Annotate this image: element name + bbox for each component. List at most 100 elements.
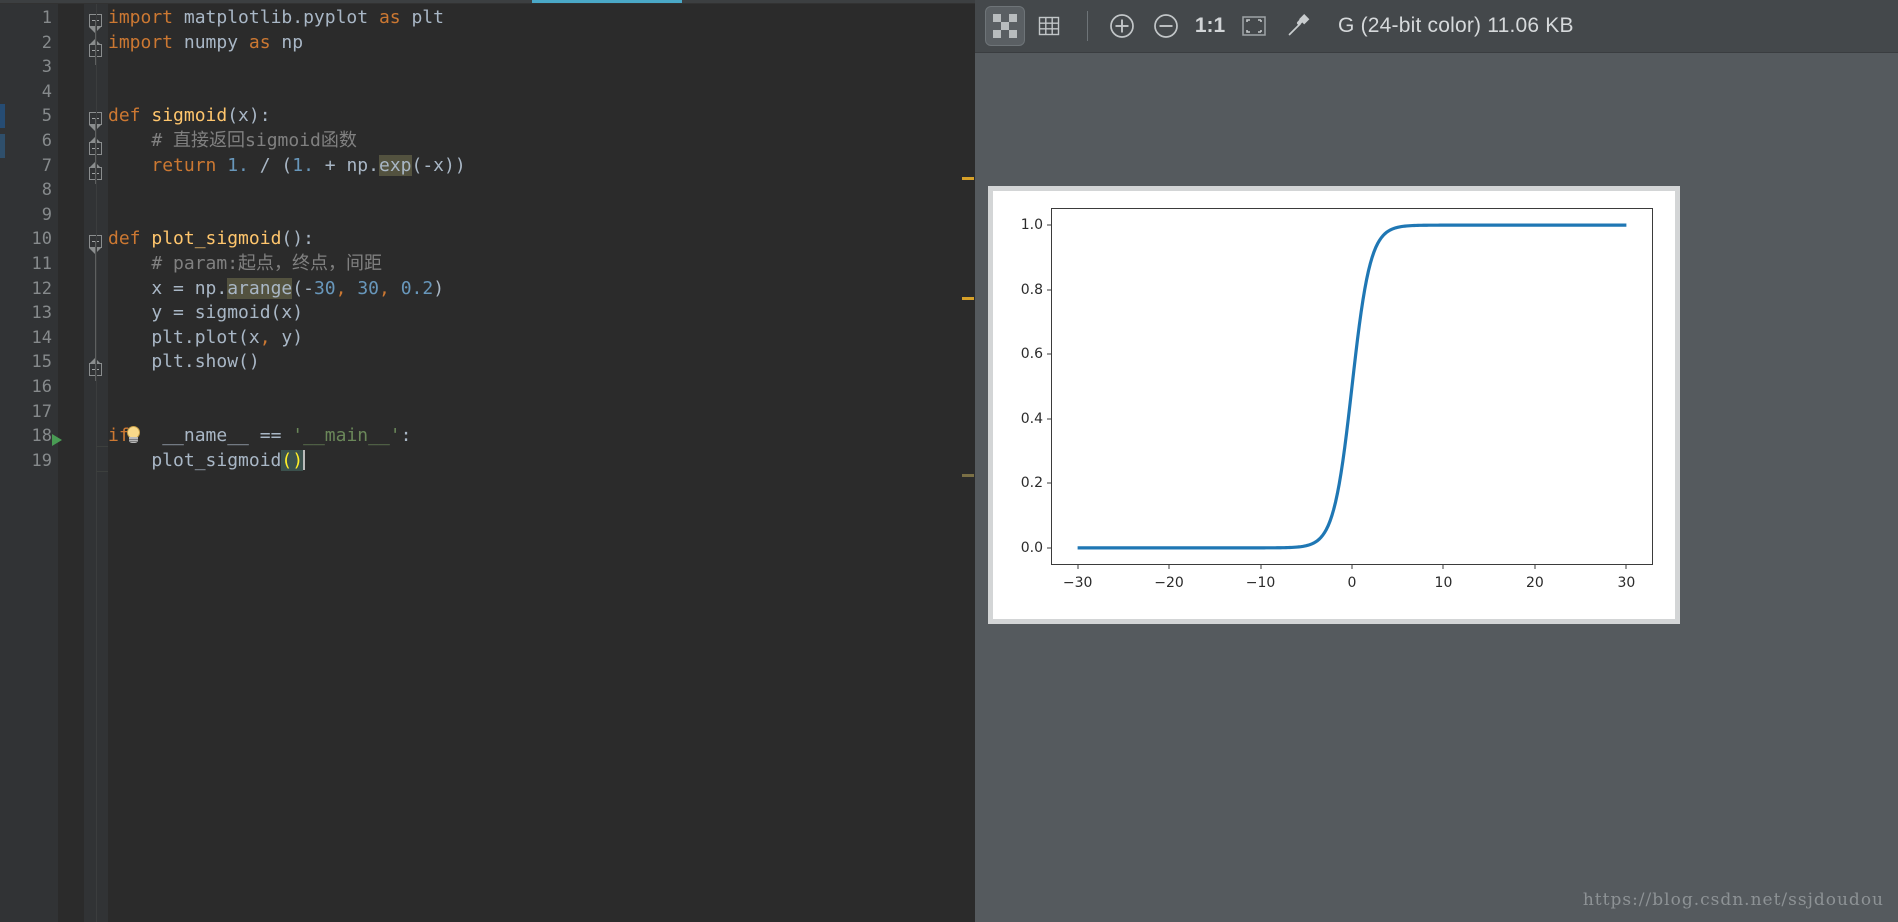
code-line[interactable]: y = sigmoid(x) — [108, 301, 975, 326]
y-axis-tick-mark — [1047, 224, 1052, 226]
code-token: def — [108, 105, 152, 127]
code-line[interactable] — [108, 178, 975, 203]
x-axis-tick-mark — [1625, 564, 1627, 569]
code-token: def — [108, 228, 152, 250]
fit-to-window-icon[interactable] — [1234, 6, 1274, 46]
code-line[interactable] — [108, 55, 975, 80]
code-token: plot_sigmoid — [108, 449, 282, 471]
code-line[interactable]: if __name__ == '__main__': — [108, 424, 975, 449]
code-token: plt.show() — [108, 351, 260, 373]
application-window: 1 2 3 4 5 6 7 8 9 10 11 12 13 14 15 16 17 18 19 import mat… — [0, 0, 1898, 922]
x-axis-tick-label: 10 — [1434, 575, 1453, 591]
code-token: import — [108, 7, 174, 28]
matplotlib-figure: 0.0 0.2 0.4 0.6 0.8 1.0 −30 −20 −10 0 10 20 30 — [988, 186, 1680, 624]
x-axis-tick-mark — [1442, 564, 1444, 569]
x-axis-tick-mark — [1077, 564, 1079, 569]
code-token: matplotlib.pyplot — [173, 7, 379, 28]
code-token: # 直接返回sigmoid函数 — [108, 129, 357, 151]
code-line[interactable] — [108, 375, 975, 400]
image-info-status: G (24-bit color) 11.06 KB — [1338, 14, 1574, 37]
code-line[interactable]: plt.plot(x, y) — [108, 326, 975, 351]
code-token: , — [259, 326, 271, 348]
image-canvas-area[interactable]: 0.0 0.2 0.4 0.6 0.8 1.0 −30 −20 −10 0 10 20 30 https… — [975, 53, 1898, 922]
zoom-out-icon[interactable] — [1146, 6, 1186, 46]
code-line[interactable]: plt.show() — [108, 350, 975, 375]
intention-bulb-icon[interactable] — [124, 426, 143, 445]
x-axis-tick-label: −20 — [1154, 575, 1184, 591]
transparency-checker-icon[interactable] — [985, 6, 1025, 46]
sigmoid-curve — [1052, 209, 1652, 564]
code-token: , — [335, 277, 347, 299]
run-configuration-arrow[interactable] — [52, 434, 62, 447]
code-line[interactable]: # 直接返回sigmoid函数 — [108, 129, 975, 154]
code-token: sigmoid — [151, 105, 228, 127]
code-token: y) — [270, 326, 304, 348]
code-token: (x): — [227, 105, 271, 127]
x-axis-tick-mark — [1260, 564, 1262, 569]
plot-axes: 0.0 0.2 0.4 0.6 0.8 1.0 −30 −20 −10 0 10 20 30 — [1021, 208, 1653, 591]
watermark-text: https://blog.csdn.net/ssjdoudou — [1582, 890, 1884, 910]
code-token: return — [151, 154, 228, 176]
y-axis-tick-mark — [1047, 482, 1052, 484]
changed-lines-marker[interactable] — [0, 104, 5, 128]
code-token: exp — [378, 154, 412, 176]
x-axis-tick-label: −10 — [1245, 575, 1276, 591]
x-axis-tick-mark — [1351, 564, 1353, 569]
run-marker-gutter[interactable] — [44, 4, 82, 922]
code-token: x = np. — [108, 277, 228, 299]
x-axis-tick-mark — [1534, 564, 1536, 569]
code-token: numpy — [173, 31, 249, 53]
color-picker-icon[interactable] — [1278, 6, 1318, 46]
code-token: 0.2 — [400, 277, 434, 299]
editor-annotation-gutter[interactable] — [0, 4, 14, 922]
zoom-in-icon[interactable] — [1102, 6, 1142, 46]
code-token: + np. — [313, 154, 379, 176]
code-line[interactable] — [108, 203, 975, 228]
code-line[interactable]: def sigmoid(x): — [108, 104, 975, 129]
grid-icon[interactable] — [1029, 6, 1069, 46]
code-token: plt.plot(x — [108, 326, 260, 348]
code-token: np — [270, 31, 304, 53]
changed-lines-marker[interactable] — [0, 134, 5, 158]
code-editor-pane: 1 2 3 4 5 6 7 8 9 10 11 12 13 14 15 16 17 18 19 import mat… — [0, 0, 975, 922]
code-line[interactable]: plot_sigmoid() — [108, 449, 975, 474]
scrollbar-warning-marker[interactable] — [962, 474, 974, 477]
scrollbar-warning-marker[interactable] — [962, 177, 974, 180]
gutter-divider-line — [96, 4, 97, 922]
code-token: / ( — [248, 154, 293, 176]
code-line[interactable]: x = np.arange(-30, 30, 0.2) — [108, 277, 975, 302]
code-line[interactable] — [108, 80, 975, 105]
sigmoid-line-series — [1078, 225, 1627, 548]
code-line[interactable] — [108, 400, 975, 425]
code-line[interactable]: import matplotlib.pyplot as plt — [108, 6, 975, 31]
y-axis-tick-mark — [1047, 418, 1052, 420]
viewer-toolbar: 1:1 G (24-bit color) 11.06 KB — [975, 0, 1898, 53]
code-line[interactable]: # param:起点，终点，间距 — [108, 252, 975, 277]
code-text-area[interactable]: import matplotlib.pyplot as plt import nu… — [108, 4, 975, 922]
toolbar-separator — [1087, 11, 1088, 41]
y-axis-tick-mark — [1047, 547, 1052, 549]
code-token: == — [259, 425, 282, 447]
code-token: __name__ — [129, 425, 260, 447]
code-token: 30 — [313, 277, 336, 299]
editor-marker-scrollbar[interactable] — [961, 4, 975, 922]
code-token: , — [379, 277, 390, 299]
scrollbar-warning-marker[interactable] — [962, 297, 974, 300]
y-axis-tick-mark — [1047, 289, 1052, 291]
code-line[interactable]: import numpy as np — [108, 31, 975, 56]
code-token: : — [400, 425, 412, 447]
code-token: 30 — [357, 277, 379, 299]
y-axis-tick-mark — [1047, 353, 1052, 355]
actual-size-icon[interactable]: 1:1 — [1190, 6, 1230, 46]
code-token: plt — [400, 7, 444, 28]
code-line[interactable]: return 1. / (1. + np.exp(-x)) — [108, 154, 975, 179]
code-token: import — [108, 31, 174, 53]
code-token: (): — [281, 228, 314, 250]
code-line[interactable]: def plot_sigmoid(): — [108, 227, 975, 252]
code-token: y = sigmoid(x) — [108, 302, 304, 324]
x-axis-tick-label: −30 — [1062, 575, 1093, 591]
